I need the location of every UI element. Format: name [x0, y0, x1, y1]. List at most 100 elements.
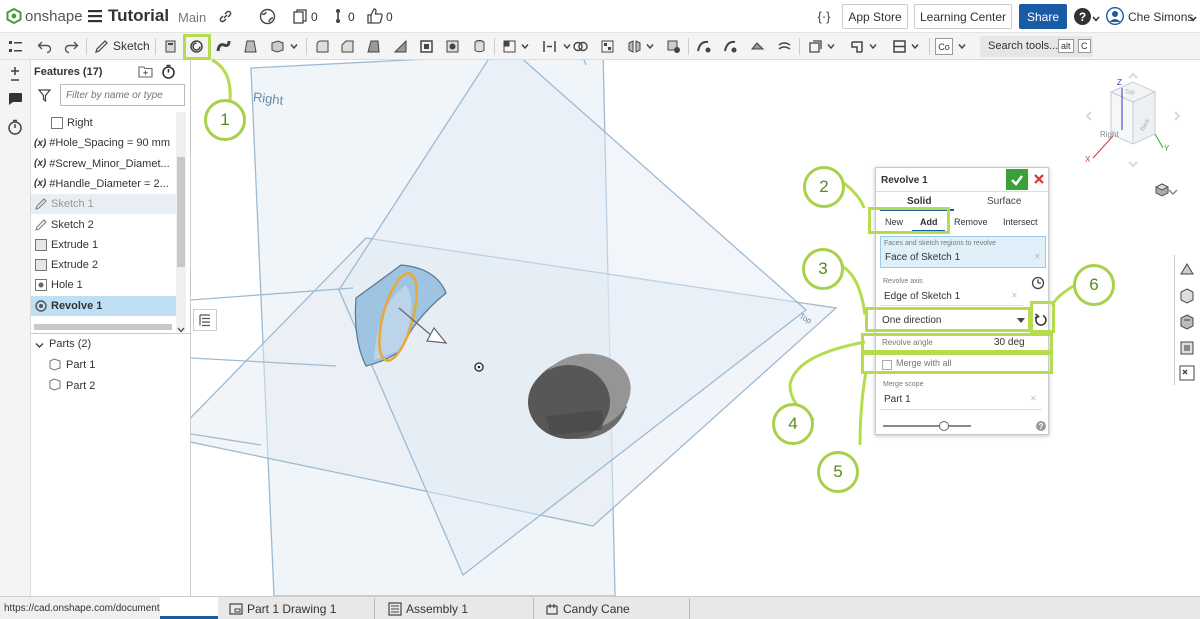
- link-icon[interactable]: [218, 9, 233, 24]
- loft-icon[interactable]: [241, 37, 260, 56]
- scope-clear-icon[interactable]: ✕: [1030, 394, 1037, 403]
- shell-icon[interactable]: [417, 37, 436, 56]
- onshape-logo-icon[interactable]: [6, 7, 22, 25]
- help-icon[interactable]: ?: [1074, 8, 1091, 25]
- sweep-icon[interactable]: [214, 37, 233, 56]
- dialog-help-icon[interactable]: ?: [1036, 421, 1046, 431]
- learning-center-button[interactable]: Learning Center: [914, 4, 1012, 29]
- feature-scrollbar-thumb[interactable]: [177, 157, 185, 267]
- appearance-icon[interactable]: [1176, 259, 1198, 281]
- feature-filter-input[interactable]: [60, 84, 185, 106]
- like-icon[interactable]: [366, 8, 383, 24]
- globe-icon[interactable]: [259, 8, 276, 25]
- frames-chevron-icon[interactable]: [910, 37, 920, 56]
- section-view-icon[interactable]: [1176, 337, 1198, 359]
- cylinder-icon[interactable]: [470, 37, 489, 56]
- scope-value[interactable]: Part 1: [884, 394, 911, 405]
- merge-scope-box[interactable]: Merge scope Part 1 ✕: [880, 378, 1042, 410]
- preview-slider-track[interactable]: [883, 425, 971, 427]
- draft-icon[interactable]: [364, 37, 383, 56]
- versions-icon[interactable]: [292, 8, 308, 24]
- menu-icon[interactable]: [88, 9, 102, 23]
- document-title[interactable]: Tutorial: [108, 6, 169, 26]
- offset-surface-icon[interactable]: [775, 37, 794, 56]
- hole-icon[interactable]: [443, 37, 462, 56]
- extrude-icon[interactable]: [161, 37, 180, 56]
- preview-slider-thumb[interactable]: [939, 421, 949, 431]
- filter-icon[interactable]: [37, 89, 52, 103]
- feature-list-icon[interactable]: [6, 37, 25, 56]
- branch-icon[interactable]: [332, 8, 344, 24]
- op-intersect-button[interactable]: Intersect: [1003, 217, 1038, 227]
- view-cube[interactable]: Right Top Back X Y Z: [1071, 70, 1189, 210]
- branch-name[interactable]: Main: [178, 10, 206, 25]
- thicken-icon[interactable]: [268, 37, 287, 56]
- app-store-button[interactable]: App Store: [842, 4, 908, 29]
- delete-part-icon[interactable]: [664, 37, 683, 56]
- plane-chevron-icon[interactable]: [826, 37, 836, 56]
- insert-variable-icon[interactable]: [7, 66, 23, 82]
- fill-icon[interactable]: [748, 37, 767, 56]
- sketch-pencil-icon[interactable]: [92, 37, 111, 56]
- more-chevron-icon[interactable]: [289, 37, 299, 56]
- feature-item[interactable]: Extrude 2: [31, 255, 176, 275]
- boolean-icon[interactable]: [500, 37, 519, 56]
- history-timer-icon[interactable]: [7, 119, 23, 135]
- user-chevron-icon[interactable]: [1189, 12, 1197, 22]
- tab-solid[interactable]: Solid: [907, 196, 931, 207]
- variable-studio-button[interactable]: {·}: [810, 4, 838, 28]
- tab-surface[interactable]: Surface: [987, 196, 1021, 207]
- split-icon[interactable]: [540, 37, 559, 56]
- boolean-chevron-icon[interactable]: [520, 37, 530, 56]
- feature-item[interactable]: Right: [31, 113, 176, 133]
- brand-name[interactable]: onshape: [25, 8, 83, 25]
- pattern-icon[interactable]: [598, 37, 617, 56]
- feature-item[interactable]: (x) #Handle_Diameter = 2...: [31, 174, 176, 194]
- feature-tree-toggle-icon[interactable]: [193, 309, 217, 331]
- sheet-metal-chevron-icon[interactable]: [868, 37, 878, 56]
- redo-icon[interactable]: [62, 37, 81, 56]
- confirm-check-icon[interactable]: [1006, 169, 1028, 190]
- feature-item[interactable]: Sketch 1: [31, 194, 176, 215]
- add-folder-icon[interactable]: [138, 65, 153, 78]
- surface-icon[interactable]: [694, 37, 713, 56]
- faces-selection-box[interactable]: Faces and sketch regions to revolve Face…: [880, 236, 1046, 268]
- chevron-down-icon[interactable]: [1092, 12, 1100, 22]
- custom-chevron-icon[interactable]: [957, 37, 967, 56]
- frames-icon[interactable]: [890, 37, 909, 56]
- mirror-icon[interactable]: [625, 37, 644, 56]
- tab-assembly[interactable]: Assembly 1: [378, 598, 534, 619]
- parts-title[interactable]: Parts (2): [49, 338, 91, 350]
- op-remove-button[interactable]: Remove: [954, 217, 988, 227]
- axis-timer-icon[interactable]: [1031, 276, 1045, 290]
- measure-icon[interactable]: [1176, 311, 1198, 333]
- tab-part-drawing[interactable]: Part 1 Drawing 1: [219, 598, 375, 619]
- cancel-close-icon[interactable]: [1033, 173, 1045, 185]
- fillet-icon[interactable]: [313, 37, 332, 56]
- view-cube-menu-icon[interactable]: [1154, 183, 1170, 197]
- rib-icon[interactable]: [391, 37, 410, 56]
- faces-value[interactable]: Face of Sketch 1: [885, 252, 960, 263]
- faces-clear-icon[interactable]: ✕: [1034, 252, 1041, 261]
- sketch-button[interactable]: Sketch: [113, 39, 150, 53]
- rollback-timer-icon[interactable]: [161, 64, 176, 79]
- tab-candy-cane[interactable]: Candy Cane: [535, 598, 690, 619]
- feature-item[interactable]: (x) #Hole_Spacing = 90 mm: [31, 133, 176, 153]
- feature-item[interactable]: Hole 1: [31, 275, 176, 295]
- feature-item[interactable]: Extrude 1: [31, 235, 176, 255]
- feature-item[interactable]: Revolve 1: [31, 295, 176, 316]
- mass-properties-icon[interactable]: [1176, 285, 1198, 307]
- undo-icon[interactable]: [35, 37, 54, 56]
- axis-value[interactable]: Edge of Sketch 1: [884, 291, 960, 302]
- mirror-chevron-icon[interactable]: [645, 37, 655, 56]
- part-item[interactable]: Part 2: [31, 376, 176, 396]
- user-name[interactable]: Che Simons: [1128, 10, 1193, 24]
- feature-item[interactable]: (x) #Screw_Minor_Diamet...: [31, 154, 176, 174]
- feature-item[interactable]: Sketch 2: [31, 215, 176, 235]
- axis-clear-icon[interactable]: ✕: [1011, 291, 1018, 300]
- comments-icon[interactable]: [7, 92, 23, 106]
- custom-feature-button[interactable]: Co: [935, 38, 953, 55]
- feature-scrollbar-track[interactable]: [176, 112, 186, 332]
- scroll-down-icon[interactable]: [177, 323, 185, 333]
- sheet-metal-icon[interactable]: [848, 37, 867, 56]
